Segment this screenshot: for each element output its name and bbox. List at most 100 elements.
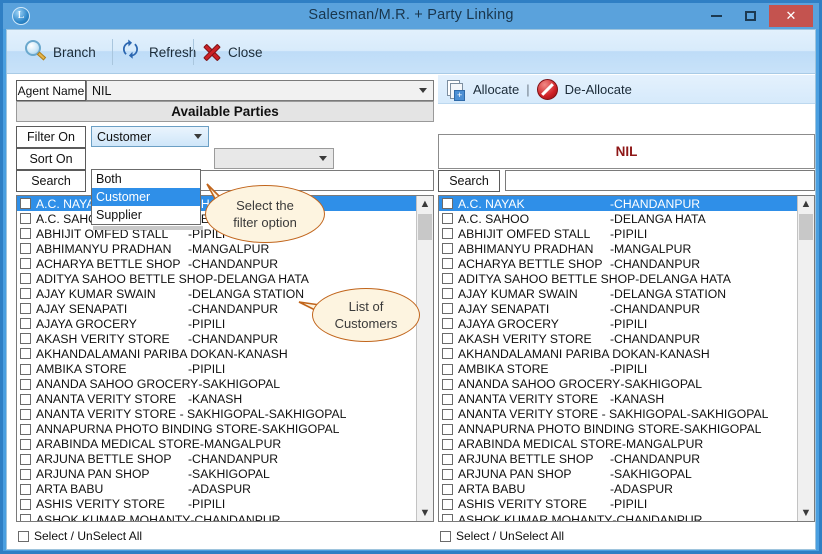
row-checkbox[interactable] xyxy=(20,198,31,210)
list-item[interactable]: A.C. NAYAK -CHANDANPUR xyxy=(439,196,814,212)
row-checkbox[interactable] xyxy=(442,213,453,225)
row-checkbox[interactable] xyxy=(442,423,453,435)
right-select-all-checkbox[interactable] xyxy=(440,530,451,542)
scroll-up-icon[interactable]: ▲ xyxy=(798,196,814,212)
row-checkbox[interactable] xyxy=(20,318,31,330)
list-item[interactable]: ARJUNA BETTLE SHOP -CHANDANPUR xyxy=(439,452,814,467)
row-checkbox[interactable] xyxy=(20,213,31,225)
refresh-button[interactable]: 🗘 Refresh xyxy=(122,36,196,68)
left-select-all-checkbox[interactable] xyxy=(18,530,29,542)
left-select-all[interactable]: Select / UnSelect All xyxy=(18,527,142,545)
list-item[interactable]: ARTA BABU -ADASPUR xyxy=(17,482,433,497)
row-checkbox[interactable] xyxy=(20,423,31,435)
row-checkbox[interactable] xyxy=(20,333,31,345)
minimize-button[interactable] xyxy=(699,5,733,27)
row-checkbox[interactable] xyxy=(20,348,31,360)
list-item[interactable]: ABHIJIT OMFED STALL -PIPILI xyxy=(439,226,814,241)
branch-button[interactable]: Branch xyxy=(24,36,96,68)
filter-option-customer[interactable]: Customer xyxy=(92,188,200,206)
list-item[interactable]: ARJUNA PAN SHOP -SAKHIGOPAL xyxy=(17,467,433,482)
list-item[interactable]: AJAY SENAPATI -CHANDANPUR xyxy=(439,301,814,316)
list-item[interactable]: ANNAPURNA PHOTO BINDING STORE -SAKHIGOPAL xyxy=(17,422,433,437)
row-checkbox[interactable] xyxy=(20,258,31,270)
row-checkbox[interactable] xyxy=(442,333,453,345)
close-window-button[interactable]: ✕ xyxy=(769,5,813,27)
list-item[interactable]: ARJUNA PAN SHOP -SAKHIGOPAL xyxy=(439,467,814,482)
row-checkbox[interactable] xyxy=(442,363,453,375)
list-item[interactable]: AJAYA GROCERY -PIPILI xyxy=(439,316,814,331)
list-item[interactable]: ACHARYA BETTLE SHOP -CHANDANPUR xyxy=(439,256,814,271)
row-checkbox[interactable] xyxy=(442,228,453,240)
scroll-up-icon[interactable]: ▲ xyxy=(417,196,433,212)
scroll-down-icon[interactable]: ▼ xyxy=(798,505,814,521)
row-checkbox[interactable] xyxy=(442,438,453,450)
row-checkbox[interactable] xyxy=(442,318,453,330)
list-item[interactable]: ASHOK KUMAR MOHANTY -CHANDANPUR xyxy=(17,512,433,521)
right-select-all[interactable]: Select / UnSelect All xyxy=(440,527,564,545)
row-checkbox[interactable] xyxy=(20,393,31,405)
available-parties-list[interactable]: A.C. NAYAK-CHANDANPURA.C. SAHOO-DELANGA … xyxy=(16,195,434,522)
list-item[interactable]: AMBIKA STORE -PIPILI xyxy=(17,362,433,377)
list-item[interactable]: ASHIS VERITY STORE -PIPILI xyxy=(439,497,814,512)
sort-on-button[interactable]: Sort On xyxy=(16,148,86,170)
row-checkbox[interactable] xyxy=(20,483,31,495)
list-item[interactable]: ASHIS VERITY STORE -PIPILI xyxy=(17,497,433,512)
list-item[interactable]: ANANDA SAHOO GROCERY -SAKHIGOPAL xyxy=(17,377,433,392)
allocated-parties-list[interactable]: A.C. NAYAK -CHANDANPUR A.C. SAHOO -DELANGA … xyxy=(438,195,815,522)
row-checkbox[interactable] xyxy=(20,498,31,510)
row-checkbox[interactable] xyxy=(442,408,453,420)
list-item[interactable]: ANNAPURNA PHOTO BINDING STORE -SAKHIGOPAL xyxy=(439,422,814,437)
right-search-input[interactable] xyxy=(505,170,815,191)
list-item[interactable]: A.C. SAHOO -DELANGA HATA xyxy=(439,211,814,226)
row-checkbox[interactable] xyxy=(442,483,453,495)
list-item[interactable]: ANANDA SAHOO GROCERY -SAKHIGOPAL xyxy=(439,377,814,392)
row-checkbox[interactable] xyxy=(442,378,453,390)
row-checkbox[interactable] xyxy=(442,258,453,270)
row-checkbox[interactable] xyxy=(20,273,31,285)
list-item[interactable]: AMBIKA STORE -PIPILI xyxy=(439,362,814,377)
list-item[interactable]: AKHANDALAMANI PARIBA DOKAN -KANASH xyxy=(439,346,814,361)
list-item[interactable]: ABHIMANYU PRADHAN -MANGALPUR xyxy=(17,241,433,256)
list-item[interactable]: ABHIMANYU PRADHAN -MANGALPUR xyxy=(439,241,814,256)
row-checkbox[interactable] xyxy=(20,514,31,521)
list-item[interactable]: ARABINDA MEDICAL STORE -MANGALPUR xyxy=(439,437,814,452)
right-search-button[interactable]: Search xyxy=(438,170,500,192)
row-checkbox[interactable] xyxy=(20,408,31,420)
list-item[interactable]: ASHOK KUMAR MOHANTY -CHANDANPUR xyxy=(439,512,814,521)
maximize-button[interactable] xyxy=(733,5,767,27)
row-checkbox[interactable] xyxy=(20,228,31,240)
filter-on-button[interactable]: Filter On xyxy=(16,126,86,148)
allocate-label[interactable]: Allocate xyxy=(473,82,519,97)
row-checkbox[interactable] xyxy=(442,243,453,255)
deallocate-label[interactable]: De-Allocate xyxy=(565,82,632,97)
row-checkbox[interactable] xyxy=(20,303,31,315)
scroll-down-icon[interactable]: ▼ xyxy=(417,505,433,521)
row-checkbox[interactable] xyxy=(20,288,31,300)
right-scroll-thumb[interactable] xyxy=(799,214,813,240)
row-checkbox[interactable] xyxy=(20,438,31,450)
list-item[interactable]: ANANTA VERITY STORE -KANASH xyxy=(17,392,433,407)
row-checkbox[interactable] xyxy=(20,468,31,480)
row-checkbox[interactable] xyxy=(442,453,453,465)
filter-option-both[interactable]: Both xyxy=(92,170,200,188)
filter-on-select[interactable]: Customer xyxy=(91,126,209,147)
list-item[interactable]: ANANTA VERITY STORE - SAKHIGOPAL -SAKHIGO… xyxy=(439,407,814,422)
row-checkbox[interactable] xyxy=(442,273,453,285)
row-checkbox[interactable] xyxy=(442,514,453,521)
row-checkbox[interactable] xyxy=(20,378,31,390)
row-checkbox[interactable] xyxy=(442,198,453,210)
sort-on-select[interactable] xyxy=(214,148,334,169)
filter-on-dropdown-list[interactable]: Both Customer Supplier xyxy=(91,169,201,225)
list-item[interactable]: ARABINDA MEDICAL STORE -MANGALPUR xyxy=(17,437,433,452)
row-checkbox[interactable] xyxy=(442,303,453,315)
filter-option-supplier[interactable]: Supplier xyxy=(92,206,200,224)
list-item[interactable]: AKHANDALAMANI PARIBA DOKAN -KANASH xyxy=(17,346,433,361)
row-checkbox[interactable] xyxy=(20,243,31,255)
row-checkbox[interactable] xyxy=(20,363,31,375)
list-item[interactable]: ADITYA SAHOO BETTLE SHOP -DELANGA HATA xyxy=(17,271,433,286)
row-checkbox[interactable] xyxy=(442,393,453,405)
row-checkbox[interactable] xyxy=(442,498,453,510)
row-checkbox[interactable] xyxy=(442,288,453,300)
list-item[interactable]: ADITYA SAHOO BETTLE SHOP -DELANGA HATA xyxy=(439,271,814,286)
list-item[interactable]: AKASH VERITY STORE -CHANDANPUR xyxy=(439,331,814,346)
